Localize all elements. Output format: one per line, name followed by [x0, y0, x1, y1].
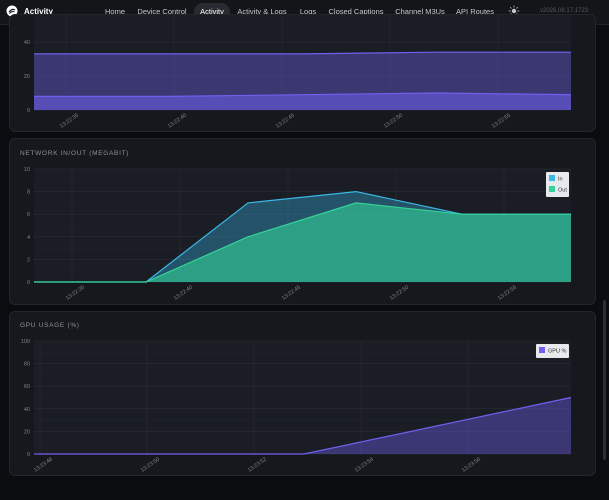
legend-swatch: [549, 186, 555, 192]
x-tick-label: 13:23:56: [461, 457, 482, 474]
y-tick-label: 20: [24, 429, 30, 435]
y-tick-label: 0: [27, 280, 30, 286]
y-tick-label: 40: [24, 40, 30, 46]
x-tick-label: 13:23:48: [33, 457, 54, 474]
x-tick-label: 13:22:35: [65, 285, 86, 302]
y-tick-label: 0: [27, 108, 30, 114]
legend-label: Out: [558, 188, 567, 194]
legend-swatch: [549, 175, 555, 181]
x-tick-label: 13:23:52: [247, 457, 268, 474]
x-tick-label: 13:22:35: [59, 113, 80, 130]
y-tick-label: 20: [24, 74, 30, 80]
x-tick-label: 13:23:54: [354, 457, 375, 474]
legend-label: In: [558, 177, 563, 183]
y-tick-label: 100: [21, 339, 30, 345]
network-panel: NETWORK IN/OUT (MEGABIT) 0 2 4 6 8 10 13:22:35…: [9, 138, 596, 305]
y-tick-label: 40: [24, 407, 30, 413]
usage-chart-1: 0 20 40 13:22:35 13:22:40 13:22:45 13:22:50 13:…: [24, 15, 572, 130]
x-tick-label: 13:22:45: [281, 285, 302, 302]
y-tick-label: 2: [27, 257, 30, 263]
y-tick-label: 60: [24, 384, 30, 390]
y-tick-label: 8: [27, 190, 30, 196]
x-tick-label: 13:22:55: [497, 285, 518, 302]
x-tick-label: 13:22:50: [389, 285, 410, 302]
x-tick-label: 13:22:40: [167, 113, 188, 130]
x-tick-label: 13:22:50: [383, 113, 404, 130]
gpu-chart: 0 20 40 60 80 100 13:23:48 13:23:50 13:23:52 13:2…: [21, 339, 572, 474]
cpu-memory-panel: 0 20 40 13:22:35 13:22:40 13:22:45 13:22:50 13:…: [9, 14, 596, 132]
legend-label: GPU %: [548, 349, 566, 355]
y-tick-label: 0: [27, 452, 30, 458]
page-scrollbar[interactable]: [603, 300, 606, 460]
y-tick-label: 6: [27, 212, 30, 218]
x-tick-label: 13:22:45: [275, 113, 296, 130]
x-tick-label: 13:22:55: [491, 113, 512, 130]
x-tick-label: 13:22:40: [173, 285, 194, 302]
gpu-panel: GPU USAGE (%) 0 20 40 60 80 100 13:23:48 13:23:…: [9, 311, 596, 476]
y-tick-label: 10: [24, 167, 30, 173]
legend-swatch: [539, 347, 545, 353]
y-tick-label: 4: [27, 235, 30, 241]
network-chart: 0 2 4 6 8 10 13:22:35 13:22:40 13:22:45 13:22:50 1…: [24, 167, 572, 302]
x-tick-label: 13:23:50: [140, 457, 161, 474]
y-tick-label: 80: [24, 362, 30, 368]
